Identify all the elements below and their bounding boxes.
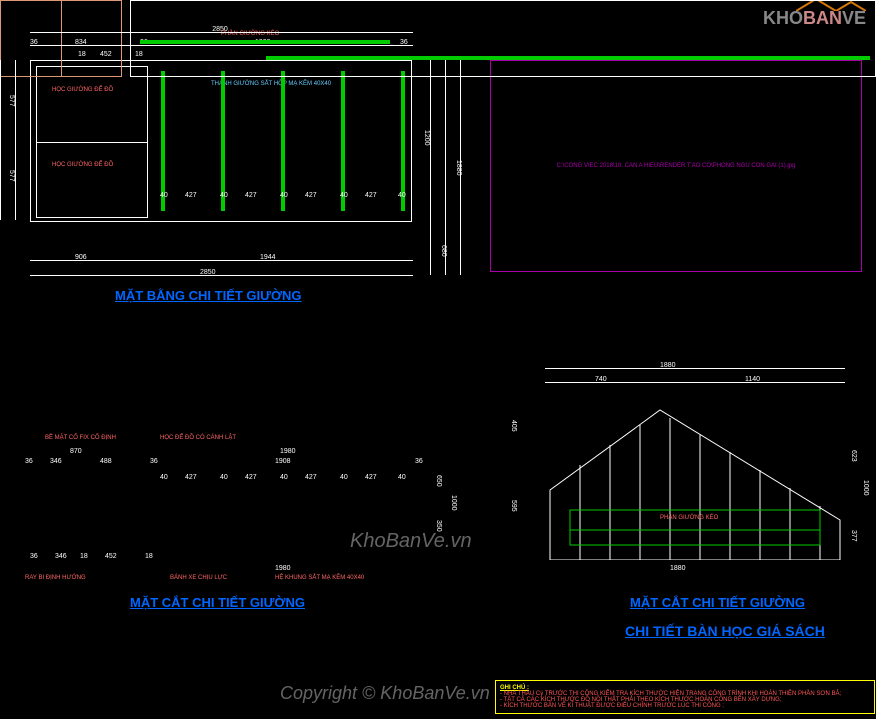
s1-b4: 18 (145, 553, 153, 560)
s1-b3: 452 (105, 553, 117, 560)
dim-line (30, 275, 413, 276)
s1-sl7: 427 (365, 474, 377, 481)
plan-drawers: HỌC GIƯỜNG ĐỂ ĐỒ HỌC GIƯỜNG ĐỂ ĐỒ (36, 66, 148, 218)
dim-line (545, 382, 845, 383)
s1-top1: 1980 (280, 448, 296, 455)
dim-line (545, 368, 845, 369)
s1-ts4: 1908 (275, 458, 291, 465)
section1-right-frame: PHẦN GIƯỜNG KÉO (130, 0, 876, 77)
section2-subtitle: CHI TIẾT BÀN HỌC GIÁ SÁCH (625, 623, 825, 639)
s2-vr2: 1000 (862, 480, 869, 496)
stud (341, 71, 345, 211)
dim-slat4: 40 (280, 192, 288, 199)
reference-path: C:\CONG VIEC 2018\10. CAN A HIEU\RENDER … (557, 163, 796, 169)
s1-ts5: 36 (415, 458, 423, 465)
s2-vl0: 405 (510, 420, 517, 432)
section1-base (266, 56, 870, 60)
section1-left-frame (0, 0, 122, 77)
reference-image-box: C:\CONG VIEC 2018\10. CAN A HIEU\RENDER … (490, 60, 862, 272)
section1-title: MẶT CẮT CHI TIẾT GIƯỜNG (130, 595, 305, 610)
section1-view: PHẦN GIƯỜNG KÉO (0, 0, 400, 80)
s1-sl8: 40 (398, 474, 406, 481)
s1-sl6: 40 (340, 474, 348, 481)
dim-slat1: 427 (185, 192, 197, 199)
slat-row (140, 40, 390, 44)
section2-view: PHẦN GIƯỜNG KÉO (530, 390, 860, 560)
watermark-copyright: Copyright © KhoBanVe.vn (280, 683, 490, 704)
s1-ts0: 36 (25, 458, 33, 465)
s2-vr1: 377 (850, 530, 857, 542)
note-line: - KÍCH THƯỚC BẢN VẼ KĨ THUẬT ĐƯỢC ĐIỀU C… (500, 703, 870, 709)
s1-sl0: 40 (160, 474, 168, 481)
dim-line (30, 32, 413, 33)
frame-note: THANH GIƯỜNG SẮT HỘP MẠ KẼM 40X40 (211, 81, 331, 87)
s1-top0: 870 (70, 448, 82, 455)
s1-b0: 36 (30, 553, 38, 560)
dim-slat6: 40 (340, 192, 348, 199)
wheel-label: BÁNH XE CHỊU LỰC (170, 575, 227, 581)
s1-sl5: 427 (305, 474, 317, 481)
surface-label: BỀ MẶT CỐ FIX CỐ ĐỊNH (45, 435, 116, 441)
s2-vr0: 623 (850, 450, 857, 462)
section2-pull: PHẦN GIƯỜNG KÉO (660, 515, 718, 521)
s1-sl3: 427 (245, 474, 257, 481)
drawer-bot-label: HỌC GIƯỜNG ĐỂ ĐỒ (52, 162, 113, 168)
drawer-top-label: HỌC GIƯỜNG ĐỂ ĐỒ (52, 87, 113, 93)
dim-slat3: 427 (245, 192, 257, 199)
dim-slat8: 40 (398, 192, 406, 199)
drawer-bot: HỌC GIƯỜNG ĐỂ ĐỒ (37, 142, 147, 217)
s1-sl1: 427 (185, 474, 197, 481)
stud (161, 71, 165, 211)
drawer-top: HỌC GIƯỜNG ĐỂ ĐỒ (37, 67, 147, 143)
s1-sl4: 40 (280, 474, 288, 481)
dim-slat7: 427 (365, 192, 377, 199)
dim-line (30, 260, 413, 261)
s1-v0: 650 (435, 475, 442, 487)
dim-line (0, 60, 1, 220)
dim-line (30, 45, 413, 46)
s1-ts3: 36 (150, 458, 158, 465)
s1-b5: 1980 (275, 565, 291, 572)
dim-vf0: 1200 (423, 130, 430, 146)
stud (401, 71, 405, 211)
drawer-label: HỌC ĐỂ ĐỒ CÓ CÁNH LẬT (160, 435, 236, 441)
s1-v2: 1000 (450, 495, 457, 511)
s1-ts2: 488 (100, 458, 112, 465)
dim-line (445, 60, 446, 275)
s1-b1: 346 (55, 553, 67, 560)
dim-vl1: 577 (8, 170, 15, 182)
dim-vl0: 577 (8, 95, 15, 107)
s1-ts1: 346 (50, 458, 62, 465)
dim-slat2: 40 (220, 192, 228, 199)
section2-title: MẶT CẮT CHI TIẾT GIƯỜNG (630, 595, 805, 610)
s1-sl2: 40 (220, 474, 228, 481)
house-outline-icon (530, 390, 860, 560)
notes-box: GHI CHÚ : - NHÀ THẦU Cý TRƯỚC THI CÔNG K… (495, 680, 875, 714)
plan-title: MẶT BẰNG CHI TIẾT GIƯỜNG (115, 288, 302, 303)
rail-label: RAY BI ĐỊNH HƯỚNG (25, 575, 86, 581)
divider (61, 1, 62, 76)
dim-line (15, 60, 16, 220)
dim-line (460, 60, 461, 275)
s2-vl1: 595 (510, 500, 517, 512)
s2-bot: 1880 (670, 565, 686, 572)
s1-b2: 18 (80, 553, 88, 560)
stud (281, 71, 285, 211)
stud (221, 71, 225, 211)
frame-label: HỆ KHUNG SẮT MẠ KẼM 40X40 (275, 575, 364, 581)
dim-slat0: 40 (160, 192, 168, 199)
dim-line (430, 60, 431, 275)
dim-slat5: 427 (305, 192, 317, 199)
watermark-center: KhoBanVe.vn (350, 530, 472, 553)
